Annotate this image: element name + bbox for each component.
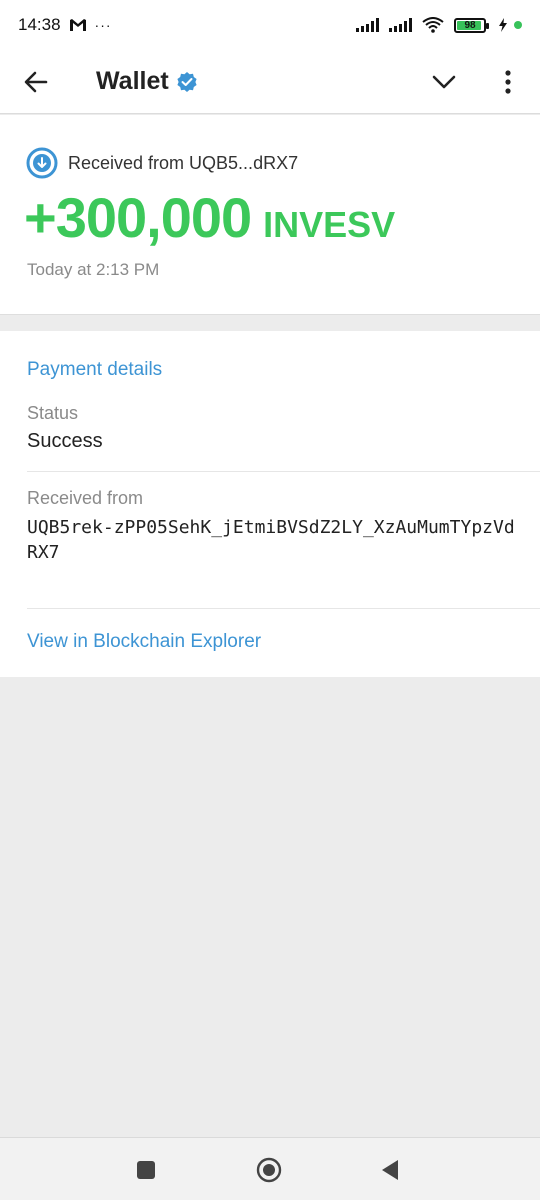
transaction-amount: +300,000: [24, 186, 252, 249]
battery-percent: 98: [464, 19, 476, 31]
signal-2-icon: [389, 18, 412, 32]
status-field: Status Success: [27, 403, 103, 453]
divider: [27, 471, 540, 472]
charging-bolt-icon: [499, 18, 507, 32]
signal-1-icon: [356, 18, 379, 32]
received-from-row: Received from UQB5...dRX7: [26, 147, 298, 179]
app-bar: Wallet: [0, 50, 540, 114]
more-notifications-icon: ···: [94, 17, 112, 33]
gmail-icon: [69, 19, 86, 31]
back-button[interactable]: [0, 50, 72, 114]
sender-field: Received from UQB5rek-zPP05SehK_jEtmiBVS…: [27, 488, 515, 565]
recents-button[interactable]: [126, 1150, 166, 1190]
status-bar: 14:38 ··· 98: [0, 0, 540, 50]
status-time: 14:38: [18, 15, 61, 34]
more-vertical-icon: [505, 70, 511, 94]
more-options-button[interactable]: [488, 62, 528, 102]
section-title: Payment details: [27, 359, 163, 380]
home-circle-icon: [256, 1157, 282, 1183]
sender-label: Received from: [27, 488, 144, 508]
back-triangle-icon: [382, 1160, 398, 1180]
home-button[interactable]: [249, 1150, 289, 1190]
token-ticker: INVESV: [263, 204, 396, 245]
view-in-explorer-link[interactable]: View in Blockchain Explorer: [27, 631, 261, 653]
divider: [27, 608, 540, 609]
page-title: Wallet: [96, 67, 169, 95]
dropdown-button[interactable]: [424, 62, 464, 102]
status-label: Status: [27, 403, 79, 423]
received-from-label: Received from UQB5...dRX7: [68, 152, 299, 173]
sender-address[interactable]: UQB5rek-zPP05SehK_jEtmiBVSdZ2LY_XzAuMumT…: [27, 515, 515, 565]
transaction-summary-card: Received from UQB5...dRX7 +300,000 INVES…: [0, 115, 540, 315]
system-nav-bar: [0, 1137, 540, 1200]
verified-badge-icon: [177, 71, 197, 92]
privacy-indicator-dot: [514, 21, 522, 29]
arrow-left-icon: [24, 71, 48, 92]
chevron-down-icon: [432, 75, 456, 89]
status-value: Success: [27, 430, 103, 452]
wifi-icon: [422, 17, 444, 33]
back-nav-button[interactable]: [370, 1150, 410, 1190]
battery-icon: 98: [454, 17, 489, 33]
amount-row: +300,000 INVESV: [24, 185, 395, 250]
payment-details-card: Payment details Status Success Received …: [0, 331, 540, 677]
recents-square-icon: [137, 1161, 155, 1179]
incoming-arrow-icon: [26, 147, 58, 179]
transaction-timestamp: Today at 2:13 PM: [27, 260, 160, 279]
